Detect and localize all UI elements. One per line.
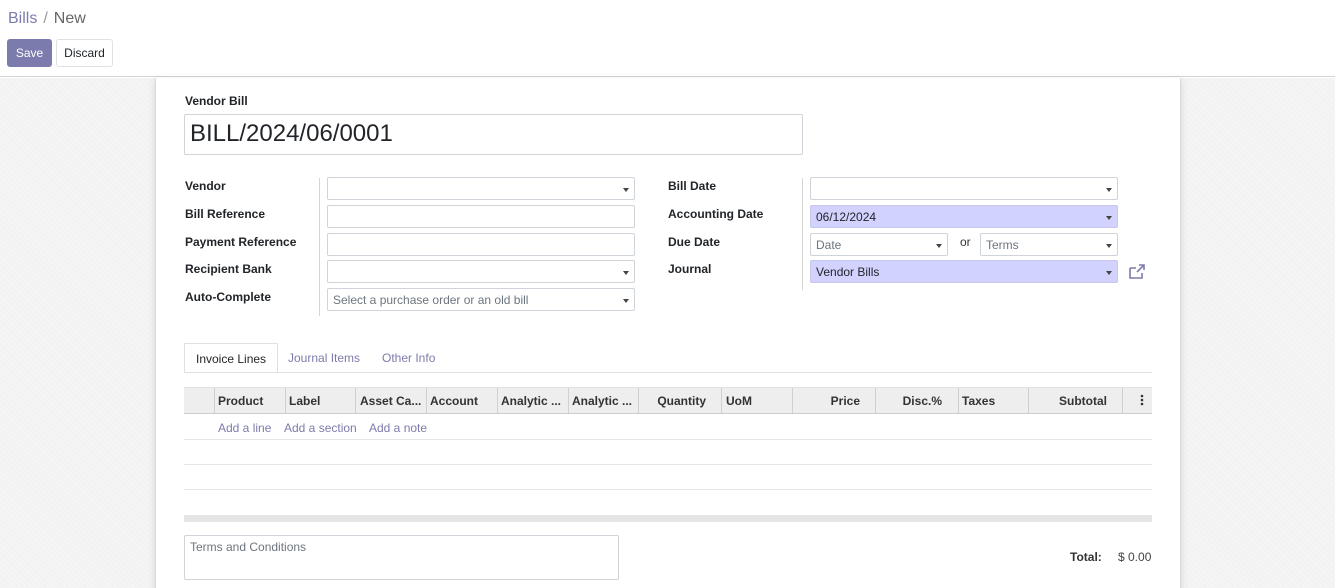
- tab-other-info[interactable]: Other Info: [371, 343, 446, 373]
- table-row: [184, 439, 1152, 440]
- due-date-or-text: or: [960, 235, 971, 249]
- caret-down-icon: [623, 271, 629, 275]
- add-note-link[interactable]: Add a note: [369, 421, 427, 435]
- auto-complete-select[interactable]: Select a purchase order or an old bill: [327, 288, 635, 311]
- payment-reference-label: Payment Reference: [185, 235, 297, 249]
- table-footer: [184, 515, 1152, 522]
- caret-down-icon: [623, 299, 629, 303]
- due-date-input[interactable]: Date: [810, 233, 948, 256]
- journal-label: Journal: [668, 262, 712, 276]
- kebab-menu-icon[interactable]: [1140, 394, 1144, 406]
- right-group-divider: [802, 178, 803, 290]
- column-account[interactable]: Account: [430, 388, 496, 413]
- add-line-link[interactable]: Add a line: [218, 421, 271, 435]
- external-link-icon[interactable]: [1128, 264, 1146, 280]
- column-price[interactable]: Price: [794, 388, 860, 413]
- total-value: $ 0.00: [1118, 550, 1152, 564]
- total-label: Total:: [1070, 550, 1102, 564]
- payment-reference-input[interactable]: [327, 233, 635, 256]
- column-product[interactable]: Product: [218, 388, 284, 413]
- bill-reference-label: Bill Reference: [185, 207, 266, 221]
- breadcrumb: Bills / New: [8, 10, 86, 28]
- column-taxes[interactable]: Taxes: [962, 388, 1028, 413]
- tab-invoice-lines[interactable]: Invoice Lines: [184, 343, 279, 373]
- save-button[interactable]: Save: [7, 39, 52, 67]
- recipient-bank-label: Recipient Bank: [185, 262, 272, 276]
- control-panel: Bills / New Save Discard: [0, 0, 1335, 77]
- payment-terms-select[interactable]: Terms: [980, 233, 1118, 256]
- bill-date-label: Bill Date: [668, 179, 717, 193]
- caret-down-icon: [1106, 244, 1112, 248]
- caret-down-icon: [1106, 188, 1112, 192]
- terms-and-conditions-input[interactable]: Terms and Conditions: [184, 535, 619, 580]
- caret-down-icon: [623, 188, 629, 192]
- bill-reference-input[interactable]: [327, 205, 635, 228]
- invoice-lines-table-header: Product Label Asset Ca... Account Analyt…: [184, 387, 1152, 414]
- journal-select[interactable]: Vendor Bills: [810, 260, 1118, 283]
- discard-button[interactable]: Discard: [56, 39, 113, 67]
- recipient-bank-select[interactable]: [327, 260, 635, 283]
- accounting-date-label: Accounting Date: [668, 207, 764, 221]
- auto-complete-label: Auto-Complete: [185, 290, 271, 304]
- vendor-bill-title-label: Vendor Bill: [185, 94, 248, 108]
- column-quantity[interactable]: Quantity: [640, 388, 706, 413]
- breadcrumb-bills-link[interactable]: Bills: [8, 10, 37, 27]
- bill-number-input[interactable]: BILL/2024/06/0001: [184, 114, 803, 155]
- column-uom[interactable]: UoM: [726, 388, 786, 413]
- left-group-divider: [319, 178, 320, 316]
- caret-down-icon: [1106, 216, 1112, 220]
- bill-date-input[interactable]: [810, 177, 1118, 200]
- form-sheet: Vendor Bill BILL/2024/06/0001 Vendor Bil…: [155, 78, 1181, 588]
- accounting-date-input[interactable]: 06/12/2024: [810, 205, 1118, 228]
- breadcrumb-separator: /: [43, 10, 48, 27]
- caret-down-icon: [936, 244, 942, 248]
- tab-journal-items[interactable]: Journal Items: [277, 343, 371, 373]
- vendor-label: Vendor: [185, 179, 226, 193]
- column-analytic-tags[interactable]: Analytic ...: [572, 388, 638, 413]
- column-label[interactable]: Label: [289, 388, 355, 413]
- column-subtotal[interactable]: Subtotal: [1032, 388, 1107, 413]
- breadcrumb-current: New: [53, 10, 86, 27]
- caret-down-icon: [1106, 271, 1112, 275]
- table-row: [184, 464, 1152, 465]
- vendor-select[interactable]: [327, 177, 635, 200]
- due-date-label: Due Date: [668, 235, 721, 249]
- tabs-underline: [184, 372, 1152, 373]
- column-discount[interactable]: Disc.%: [876, 388, 942, 413]
- column-analytic-account[interactable]: Analytic ...: [501, 388, 567, 413]
- table-row: [184, 489, 1152, 490]
- column-asset-category[interactable]: Asset Ca...: [360, 388, 426, 413]
- add-section-link[interactable]: Add a section: [284, 421, 357, 435]
